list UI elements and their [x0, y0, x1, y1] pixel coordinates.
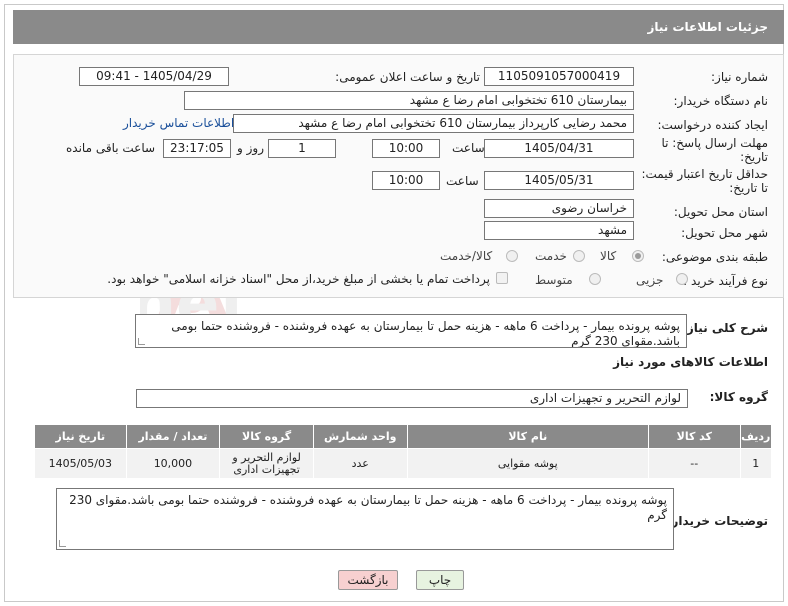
category-option-both: کالا/خدمت	[440, 249, 493, 263]
goods-group-field[interactable]: لوازم التحریر و تجهیزات اداری	[136, 389, 688, 408]
city-label: شهر محل تحویل:	[681, 226, 768, 240]
resize-handle[interactable]	[59, 540, 66, 547]
cell-group: لوازم التحریر و تجهیزات اداری	[219, 448, 314, 479]
col-qty: تعداد / مقدار	[125, 424, 221, 449]
announce-field[interactable]: 1405/04/29 - 09:41	[79, 67, 229, 86]
resize-handle[interactable]	[138, 338, 145, 345]
cell-qty: 10,000	[125, 448, 221, 479]
remaining-time-label: ساعت باقی مانده	[66, 141, 156, 155]
category-radio-service[interactable]	[573, 250, 585, 262]
announce-label: تاریخ و ساعت اعلان عمومی:	[335, 70, 480, 84]
summary-label: شرح کلی نیاز:	[682, 321, 768, 335]
purchase-option-medium: متوسط	[535, 273, 573, 287]
cell-unit: عدد	[312, 448, 408, 479]
cell-code: --	[648, 448, 741, 479]
page-header: جزئیات اطلاعات نیاز	[13, 10, 784, 44]
purchase-option-minor: جزیی	[636, 273, 664, 287]
print-button[interactable]: چاپ	[416, 570, 464, 590]
buyer-contact-link[interactable]: اطلاعات تماس خریدار	[123, 116, 234, 130]
price-validity-label-line1: حداقل تاریخ اعتبار قیمت:	[641, 167, 768, 181]
category-option-goods: کالا	[600, 249, 617, 263]
col-name: نام کالا	[406, 424, 650, 449]
buyer-notes-textarea[interactable]: پوشه پرونده بیمار - پرداخت 6 ماهه - هزین…	[56, 488, 674, 550]
items-table-header: ردیف کد کالا نام کالا واحد شمارش گروه کا…	[34, 424, 773, 449]
col-unit: واحد شمارش	[312, 424, 408, 449]
need-number-field[interactable]: 1105091057000419	[484, 67, 634, 86]
price-validity-label-line2: تا تاریخ:	[729, 181, 768, 195]
days-label: روز و	[237, 141, 264, 155]
price-time-label: ساعت	[446, 174, 479, 188]
summary-text: پوشه پرونده بیمار - پرداخت 6 ماهه - هزین…	[171, 319, 680, 348]
category-radio-both[interactable]	[506, 250, 518, 262]
cell-date: 1405/05/03	[34, 448, 127, 479]
reply-deadline-label-line1: مهلت ارسال پاسخ: تا	[661, 136, 768, 150]
col-date: تاریخ نیاز	[34, 424, 127, 449]
buyer-org-field[interactable]: بیمارستان 610 تختخوابی امام رضا ع مشهد	[184, 91, 634, 110]
buyer-notes-text: پوشه پرونده بیمار - پرداخت 6 ماهه - هزین…	[69, 493, 667, 522]
reply-time-field[interactable]: 10:00	[372, 139, 440, 158]
remaining-time-field[interactable]: 23:17:05	[163, 139, 231, 158]
price-time-field[interactable]: 10:00	[372, 171, 440, 190]
city-field[interactable]: مشهد	[484, 221, 634, 240]
col-group: گروه کالا	[219, 424, 314, 449]
treasury-payment-note: پرداخت تمام یا بخشی از مبلغ خرید،از محل …	[107, 272, 490, 286]
reply-deadline-label-line2: تاریخ:	[740, 150, 768, 164]
purchase-radio-minor[interactable]	[676, 273, 688, 285]
summary-textarea[interactable]: پوشه پرونده بیمار - پرداخت 6 ماهه - هزین…	[135, 314, 687, 348]
category-label: طبقه بندی موضوعی:	[661, 250, 768, 264]
buyer-org-label: نام دستگاه خریدار:	[673, 94, 769, 108]
days-field[interactable]: 1	[268, 139, 336, 158]
treasury-payment-checkbox[interactable]	[496, 272, 508, 284]
purchase-radio-medium[interactable]	[589, 273, 601, 285]
reply-deadline-date-field[interactable]: 1405/04/31	[484, 139, 634, 158]
back-button[interactable]: بازگشت	[338, 570, 398, 590]
category-radio-goods[interactable]	[632, 250, 644, 262]
col-row: ردیف	[739, 424, 773, 449]
price-validity-date-field[interactable]: 1405/05/31	[484, 171, 634, 190]
cell-name: پوشه مقوایی	[406, 448, 650, 479]
items-table: ردیف کد کالا نام کالا واحد شمارش گروه کا…	[34, 424, 773, 479]
purchase-type-label: نوع فرآیند خرید :	[683, 274, 768, 288]
need-number-label: شماره نیاز:	[711, 70, 768, 84]
page-title: جزئیات اطلاعات نیاز	[647, 20, 768, 34]
reply-time-label: ساعت	[452, 141, 485, 155]
province-field[interactable]: خراسان رضوی	[484, 199, 634, 218]
col-code: کد کالا	[648, 424, 741, 449]
goods-info-title: اطلاعات کالاهای مورد نیاز	[613, 355, 768, 369]
requester-field[interactable]: محمد رضایی کارپرداز بیمارستان 610 تختخوا…	[233, 114, 634, 133]
buyer-notes-label: توضیحات خریدار:	[666, 514, 768, 528]
category-option-service: خدمت	[535, 249, 567, 263]
province-label: استان محل تحویل:	[673, 205, 768, 219]
cell-row: 1	[739, 448, 773, 479]
goods-group-label: گروه کالا:	[709, 390, 768, 404]
table-row: 1 -- پوشه مقوایی عدد لوازم التحریر و تجه…	[34, 448, 773, 479]
requester-label: ایجاد کننده درخواست:	[657, 118, 768, 132]
